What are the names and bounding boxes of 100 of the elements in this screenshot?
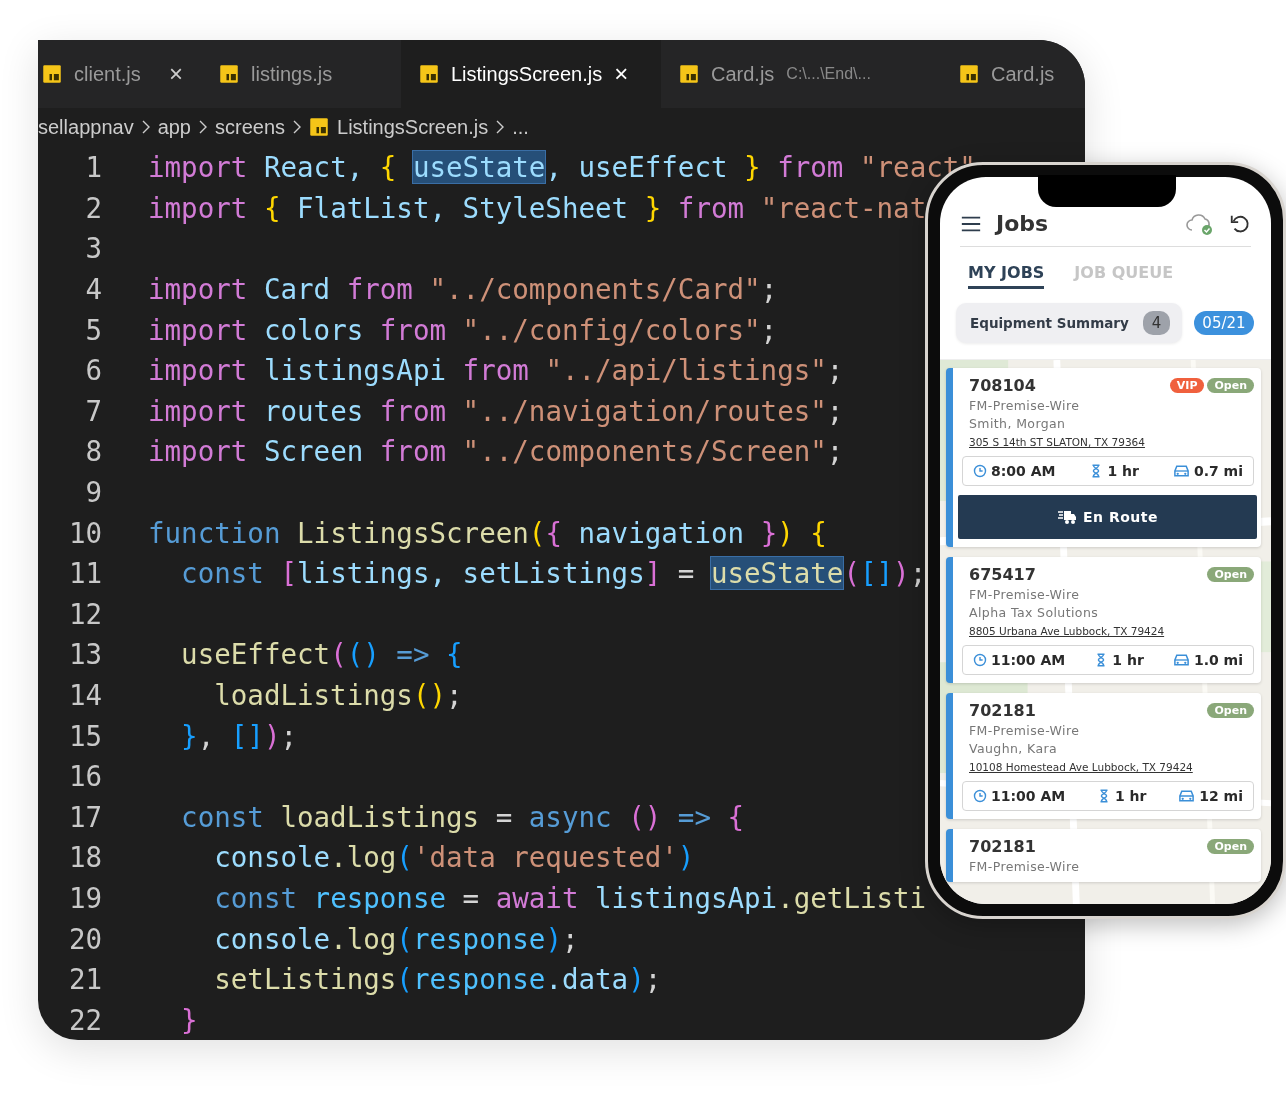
line-number: 12 bbox=[67, 597, 102, 630]
code-line: setListings(response.data); bbox=[213, 963, 662, 996]
job-number: 708104 bbox=[969, 376, 1036, 395]
job-card[interactable]: 702181 Open FM-Premise-Wire bbox=[946, 829, 1261, 882]
code-line: loadListings(); bbox=[213, 679, 463, 711]
breadcrumb-item[interactable]: sellappnav bbox=[38, 115, 134, 139]
code-line: import listingsApi from "../api/listings"; bbox=[148, 354, 844, 387]
clock-icon bbox=[973, 653, 987, 667]
code-line: const loadListings = async () => { bbox=[180, 800, 745, 833]
duration: 1 hr bbox=[1107, 463, 1139, 479]
line-number: 19 bbox=[67, 882, 102, 914]
code-line: }, []); bbox=[180, 719, 298, 752]
code-line: import routes from "../navigation/routes"; bbox=[148, 394, 844, 427]
address-link[interactable]: 10108 Homestead Ave Lubbock, TX 79424 bbox=[969, 761, 1193, 773]
code-line: import { FlatList, StyleSheet } from "react-nat bbox=[148, 191, 927, 224]
job-card[interactable]: 675417 Open FM-Premise-Wire Alpha Tax Solutions 8805 Urbana Ave Lubbock, TX 79424 11:00 AM 1 hr 1.0 mi bbox=[946, 557, 1261, 683]
code-line: console.log(response); bbox=[213, 922, 579, 955]
en-route-button[interactable]: En Route bbox=[958, 495, 1257, 539]
line-number: 22 bbox=[67, 1003, 102, 1036]
js-file-icon bbox=[219, 64, 239, 84]
tab-path: C:\...\End\... bbox=[786, 65, 871, 83]
code-line: } bbox=[180, 1003, 198, 1036]
job-type: FM-Premise-Wire bbox=[969, 398, 1081, 413]
line-number: 15 bbox=[67, 719, 102, 752]
job-number: 702181 bbox=[969, 837, 1036, 856]
line-number: 8 bbox=[84, 435, 102, 468]
customer-name: Vaughn, Kara bbox=[969, 741, 1059, 756]
job-type: FM-Premise-Wire bbox=[969, 587, 1081, 602]
code-line: const response = await listingsApi.getListi bbox=[213, 882, 927, 914]
line-number: 14 bbox=[67, 679, 102, 711]
close-icon[interactable]: × bbox=[614, 60, 629, 88]
close-icon[interactable]: × bbox=[169, 60, 183, 88]
code-line: function ListingsScreen({ navigation }) { bbox=[148, 516, 827, 549]
line-number: 4 bbox=[84, 273, 102, 306]
cloud-check-icon bbox=[1185, 211, 1215, 236]
editor-tab[interactable]: listings.js bbox=[201, 40, 401, 108]
chevron-right-icon bbox=[293, 120, 302, 134]
status-tag: VIP bbox=[1169, 378, 1205, 393]
start-time: 11:00 AM bbox=[991, 652, 1066, 668]
job-number: 702181 bbox=[969, 701, 1036, 720]
code-line: useEffect(() => { bbox=[180, 638, 463, 671]
code-line: console.log('data requested') bbox=[213, 841, 695, 874]
js-file-icon bbox=[959, 64, 979, 84]
customer-name: Alpha Tax Solutions bbox=[969, 605, 1100, 620]
car-icon bbox=[1178, 789, 1196, 803]
breadcrumb-item[interactable]: screens bbox=[215, 115, 286, 139]
distance: 12 mi bbox=[1199, 788, 1243, 804]
line-number: 18 bbox=[67, 841, 102, 874]
js-file-icon bbox=[42, 64, 62, 84]
breadcrumb-item[interactable]: ListingsScreen.js bbox=[337, 115, 489, 139]
breadcrumb-item[interactable]: ... bbox=[512, 115, 529, 139]
line-number: 1 bbox=[84, 151, 102, 184]
line-number: 11 bbox=[67, 557, 102, 590]
line-number: 2 bbox=[84, 191, 102, 224]
line-number: 16 bbox=[67, 760, 102, 793]
js-file-icon bbox=[419, 64, 439, 84]
customer-name: Smith, Morgan bbox=[969, 416, 1067, 431]
status-tag: Open bbox=[1207, 703, 1254, 718]
editor-tab[interactable]: Card.js bbox=[941, 40, 1073, 108]
code-line: import Screen from "../components/Screen"; bbox=[148, 435, 844, 468]
address-link[interactable]: 305 S 14th ST SLATON, TX 79364 bbox=[969, 436, 1145, 448]
editor-tab[interactable]: client.js × bbox=[38, 40, 201, 108]
start-time: 8:00 AM bbox=[991, 463, 1056, 479]
line-number: 7 bbox=[84, 394, 102, 427]
address-link[interactable]: 8805 Urbana Ave Lubbock, TX 79424 bbox=[969, 625, 1165, 637]
duration: 1 hr bbox=[1115, 788, 1147, 804]
job-number: 675417 bbox=[969, 565, 1036, 584]
chevron-right-icon bbox=[141, 120, 150, 134]
distance: 0.7 mi bbox=[1193, 463, 1243, 479]
job-card[interactable]: 708104 VIP Open FM-Premise-Wire Smith, Morgan 305 S 14th ST SLATON, TX 79364 8:00 AM 1 hr 0.7 mi En Route bbox=[946, 368, 1261, 547]
truck-icon bbox=[1057, 509, 1077, 525]
summary-label: Equipment Summary bbox=[970, 315, 1129, 331]
line-number: 6 bbox=[84, 354, 102, 387]
car-icon bbox=[1172, 653, 1190, 667]
job-type: FM-Premise-Wire bbox=[969, 859, 1081, 874]
line-number: 13 bbox=[67, 638, 102, 671]
line-number: 5 bbox=[84, 313, 102, 346]
line-number: 3 bbox=[84, 232, 102, 265]
status-tag: Open bbox=[1207, 378, 1254, 393]
editor-tab[interactable]: ListingsScreen.js × bbox=[401, 40, 661, 108]
chevron-right-icon bbox=[199, 120, 207, 134]
clock-icon bbox=[973, 789, 987, 803]
line-number: 20 bbox=[67, 922, 102, 955]
count-badge: 4 bbox=[1142, 311, 1171, 335]
chevron-right-icon bbox=[496, 120, 505, 134]
code-line: import Card from "../components/Card"; bbox=[148, 273, 778, 306]
summary-chip[interactable]: Equipment Summary 4 bbox=[956, 303, 1183, 343]
status-tag: Open bbox=[1207, 567, 1254, 582]
job-card[interactable]: 702181 Open FM-Premise-Wire Vaughn, Kara 10108 Homestead Ave Lubbock, TX 79424 11:00 AM 1 hr 12 mi bbox=[946, 693, 1261, 819]
editor-tab[interactable]: Card.js C:\...\End\... bbox=[661, 40, 941, 108]
code-line: import React, { useState, useEffect } from "react" bbox=[148, 151, 976, 184]
line-number: 9 bbox=[84, 476, 102, 509]
line-number: 17 bbox=[67, 800, 102, 833]
code-line: const [listings, setListings] = useState([]); bbox=[180, 557, 927, 590]
js-file-icon bbox=[679, 64, 699, 84]
car-icon bbox=[1172, 464, 1190, 478]
breadcrumb-item[interactable]: app bbox=[157, 115, 191, 139]
status-tag: Open bbox=[1207, 839, 1254, 854]
distance: 1.0 mi bbox=[1193, 652, 1243, 668]
jobs-tab[interactable]: MY JOBS bbox=[968, 263, 1045, 289]
